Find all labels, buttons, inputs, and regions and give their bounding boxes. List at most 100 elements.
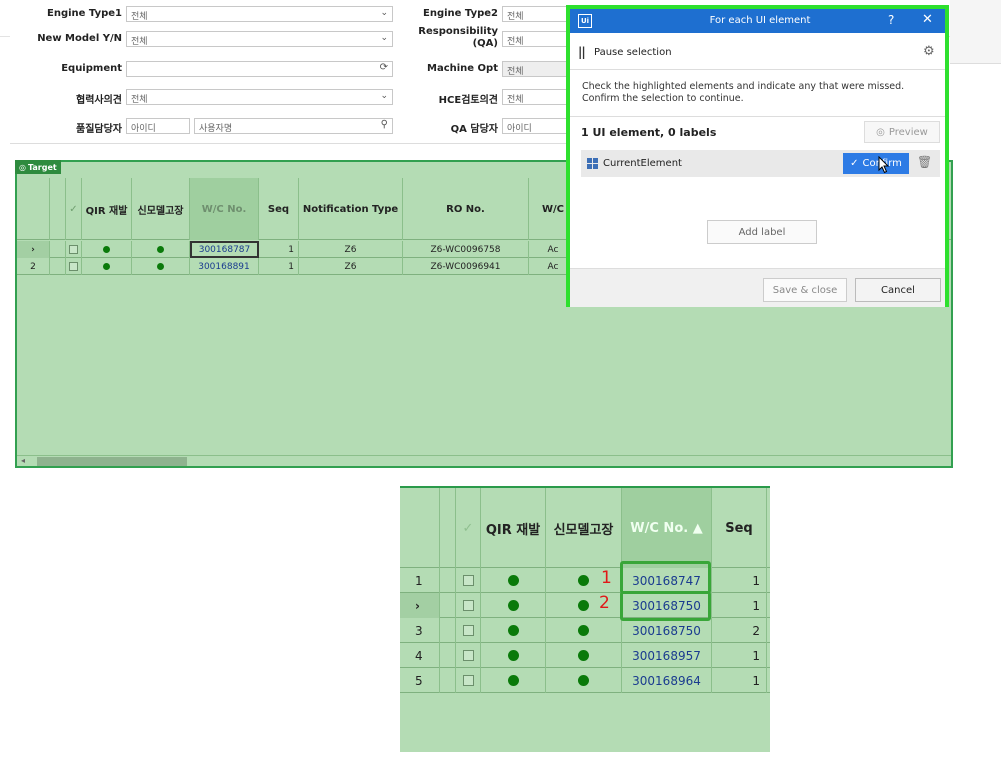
row-checkbox-cell[interactable]	[456, 568, 481, 593]
selection-count: 1 UI element, 0 labels	[581, 126, 717, 139]
seq-cell: 1	[712, 593, 767, 618]
header-wc-no[interactable]: W/C No.	[190, 178, 259, 240]
table-row[interactable]: 5 300168964 1	[400, 668, 770, 693]
responsibility-value: 전체	[507, 37, 524, 47]
quality-manager-name-input[interactable]: 사용자명 ⚲	[194, 118, 393, 134]
responsibility-label-line2: (QA)	[472, 38, 498, 49]
scroll-left-icon[interactable]: ◂	[21, 456, 25, 465]
equipment-input[interactable]: ⟳	[126, 61, 393, 77]
target-tag: ◎ Target	[15, 160, 61, 174]
zoom-header-new-model[interactable]: 신모델고장	[546, 488, 622, 568]
machine-opt-label: Machine Opt	[427, 63, 498, 74]
divider	[570, 116, 945, 117]
zoom-header-qir[interactable]: QIR 재발	[481, 488, 546, 568]
help-icon[interactable]: ?	[888, 13, 894, 27]
table-row[interactable]: 2 300168891 1 Z6 Z6-WC0096941 Ac	[17, 258, 577, 275]
zoom-header-wc-no[interactable]: W/C No. ▲	[622, 488, 712, 568]
responsibility-label: Responsibility (QA)	[410, 26, 498, 50]
table-row[interactable]: › 300168787 1 Z6 Z6-WC0096758 Ac	[17, 241, 577, 258]
pause-icon[interactable]: ||	[578, 45, 586, 59]
row-checkbox-cell[interactable]	[66, 241, 82, 258]
responsibility-select[interactable]: 전체	[502, 31, 570, 47]
table-row[interactable]: 3 300168750 2	[400, 618, 770, 643]
status-dot-icon	[103, 246, 110, 253]
wc-no-cell[interactable]: 300168787	[190, 241, 259, 258]
seq-cell: 1	[259, 258, 299, 275]
row-checkbox-cell[interactable]	[456, 643, 481, 668]
header-notification-type[interactable]: Notification Type	[299, 178, 403, 240]
header-new-model[interactable]: 신모델고장	[132, 178, 190, 240]
zoom-header-seq[interactable]: Seq	[712, 488, 767, 568]
confirm-button[interactable]: ✓Confirm	[843, 153, 909, 174]
wc-no-cell[interactable]: 300168957	[622, 643, 712, 668]
close-icon[interactable]: ✕	[922, 12, 933, 27]
ro-no-cell: Z6-WC0096941	[403, 258, 529, 275]
header-seq[interactable]: Seq	[259, 178, 299, 240]
header-ro-no[interactable]: RO No.	[403, 178, 529, 240]
header-qir[interactable]: QIR 재발	[82, 178, 132, 240]
row-checkbox-cell[interactable]	[456, 618, 481, 643]
seq-cell: 1	[259, 241, 299, 258]
dialog-footer: Save & close Cancel	[570, 268, 945, 307]
status-dot-icon	[157, 263, 164, 270]
wc-no-cell[interactable]: 300168964	[622, 668, 712, 693]
row-checkbox[interactable]	[69, 245, 78, 254]
zoom-header-check-icon[interactable]: ✓	[456, 488, 481, 568]
status-dot-icon	[103, 263, 110, 270]
table-row[interactable]: 4 300168957 1	[400, 643, 770, 668]
wc-no-cell[interactable]: 300168891	[190, 258, 259, 275]
seq-cell: 1	[712, 668, 767, 693]
engine-type2-label: Engine Type2	[423, 8, 498, 19]
scroll-thumb[interactable]	[37, 457, 187, 466]
save-close-button[interactable]: Save & close	[763, 278, 847, 302]
wc-no-cell[interactable]: 300168750	[622, 618, 712, 643]
new-model-cell	[546, 643, 622, 668]
trash-icon[interactable]: 🗑	[917, 155, 932, 169]
row-checkbox-cell[interactable]	[456, 593, 481, 618]
row-indicator: ›	[400, 593, 440, 618]
new-model-cell	[546, 618, 622, 643]
machine-opt-select[interactable]: 전체	[502, 61, 570, 77]
engine-type1-select[interactable]: 전체 ⌄	[126, 6, 393, 22]
chevron-down-icon: ⌄	[380, 8, 388, 18]
quality-manager-name-placeholder: 사용자명	[199, 124, 233, 134]
new-model-label: New Model Y/N	[37, 33, 122, 44]
row-checkbox[interactable]	[462, 650, 474, 661]
row-gap	[440, 643, 456, 668]
row-checkbox[interactable]	[462, 600, 474, 611]
qa-manager-id-input[interactable]: 아이디	[502, 118, 570, 134]
status-dot-icon	[507, 625, 519, 636]
preview-button[interactable]: ◎ Preview	[864, 121, 940, 143]
row-checkbox-cell[interactable]	[456, 668, 481, 693]
notification-type-cell: Z6	[299, 241, 403, 258]
lookup-icon[interactable]: ⟳	[380, 62, 388, 73]
qir-cell	[481, 568, 546, 593]
new-model-select[interactable]: 전체 ⌄	[126, 31, 393, 47]
row-checkbox[interactable]	[462, 675, 474, 686]
dialog-titlebar: Ui For each UI element ? ✕	[570, 9, 945, 33]
hce-review-select[interactable]: 전체	[502, 89, 570, 105]
check-icon: ✓	[850, 158, 859, 169]
engine-type2-select[interactable]: 전체	[502, 6, 570, 22]
table-row[interactable]: › 300168750 1	[400, 593, 770, 618]
seq-cell: 1	[712, 643, 767, 668]
add-label-button[interactable]: Add label	[707, 220, 817, 244]
cancel-button[interactable]: Cancel	[855, 278, 941, 302]
status-dot-icon	[507, 575, 519, 586]
row-checkbox[interactable]	[462, 625, 474, 636]
quality-manager-id-input[interactable]: 아이디	[126, 118, 190, 134]
row-checkbox[interactable]	[69, 262, 78, 271]
table-row[interactable]: 1 300168747 1	[400, 568, 770, 593]
status-dot-icon	[507, 650, 519, 661]
gear-icon[interactable]: ⚙	[923, 44, 935, 59]
row-number: 4	[400, 643, 440, 668]
search-icon[interactable]: ⚲	[381, 119, 388, 130]
supplier-opinion-select[interactable]: 전체 ⌄	[126, 89, 393, 105]
row-checkbox[interactable]	[462, 575, 474, 586]
horizontal-scrollbar[interactable]: ◂	[17, 455, 951, 466]
row-checkbox-cell[interactable]	[66, 258, 82, 275]
hce-review-label: HCE검토의견	[438, 95, 498, 106]
header-check-icon[interactable]: ✓	[66, 178, 82, 240]
pause-selection-button[interactable]: Pause selection	[594, 47, 672, 58]
quality-manager-id-placeholder: 아이디	[131, 124, 156, 134]
